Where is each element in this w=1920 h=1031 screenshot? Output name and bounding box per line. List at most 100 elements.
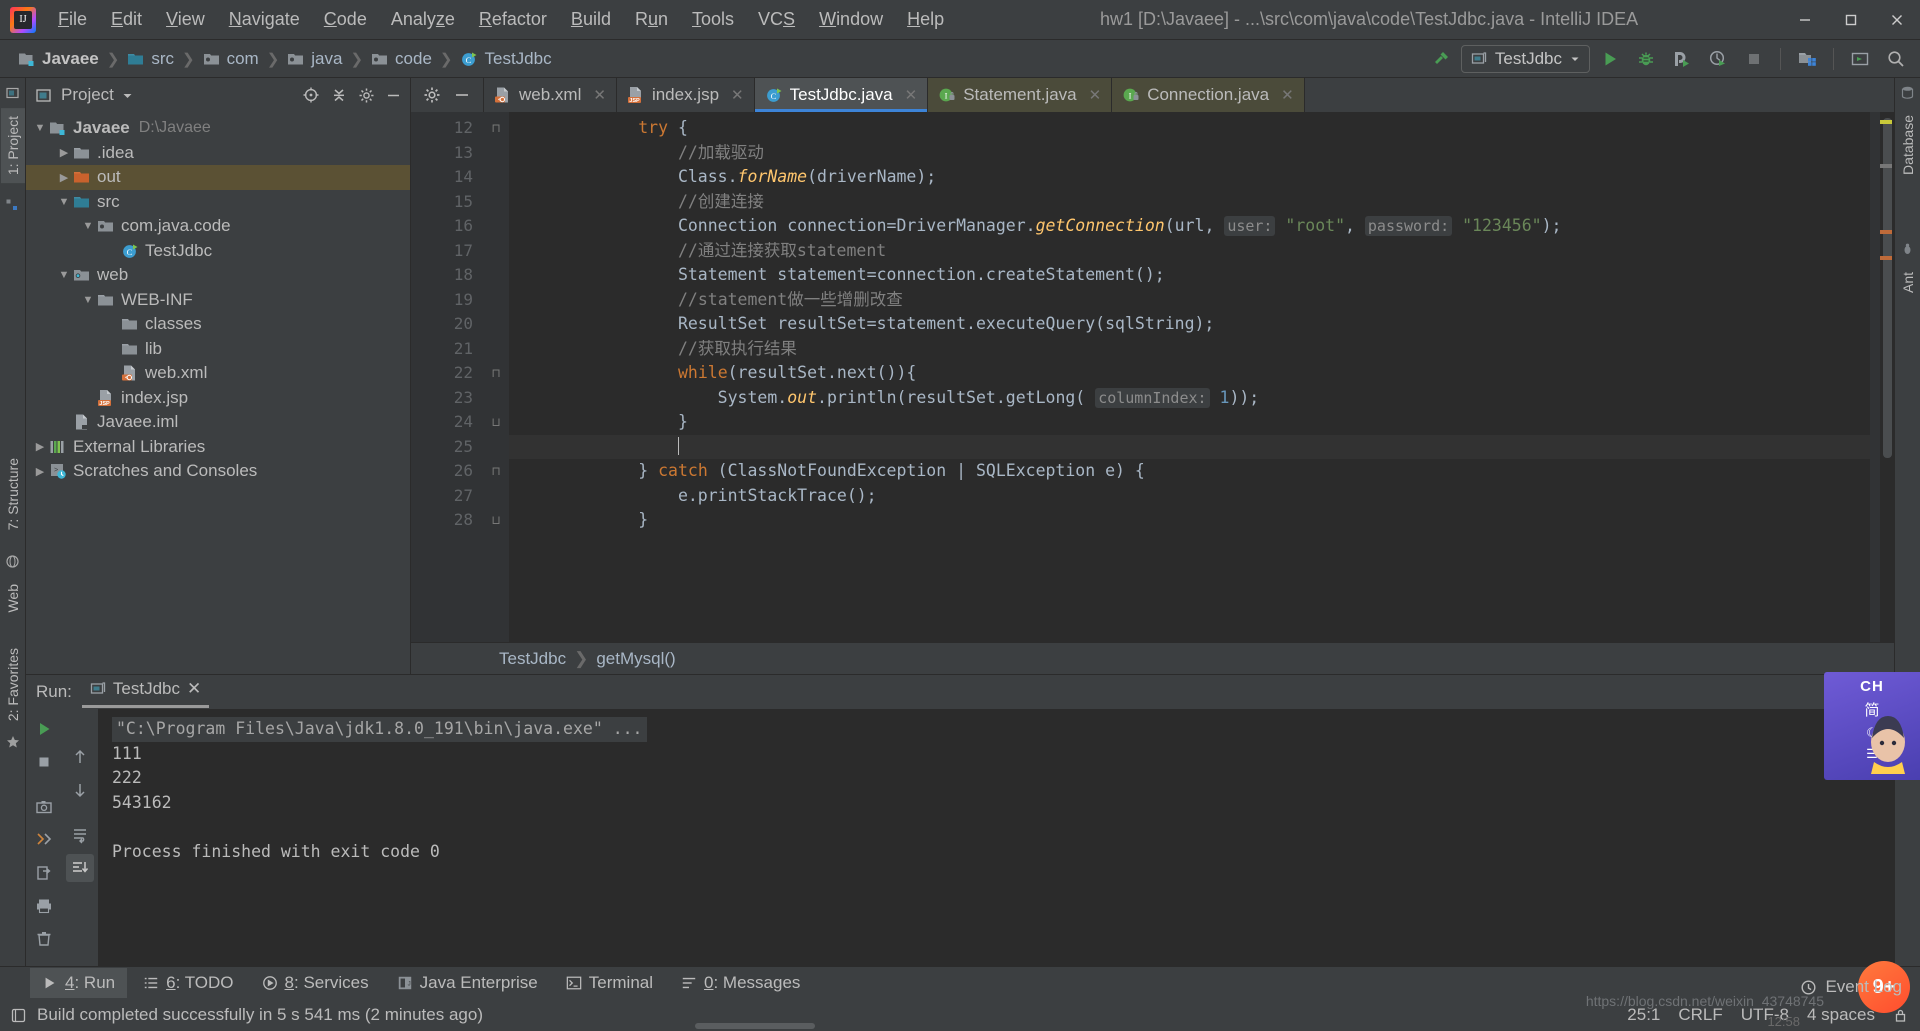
editor-tab-close-icon[interactable]: ✕ — [905, 86, 918, 104]
run-tab-close-icon[interactable]: ✕ — [187, 679, 201, 699]
fold-marker[interactable]: ⊓ — [483, 116, 509, 141]
warning-marker[interactable] — [1880, 120, 1892, 124]
update-button[interactable] — [1844, 44, 1876, 74]
editor-tab-close-icon[interactable]: ✕ — [731, 86, 744, 104]
code-line[interactable]: Class.forName(driverName); — [509, 165, 1870, 190]
code-line[interactable]: //加载驱动 — [509, 141, 1870, 166]
menu-item-edit[interactable]: Edit — [99, 5, 154, 34]
sidebar-item-web[interactable]: Web — [1, 576, 25, 621]
editor-breadcrumb-item-1[interactable]: getMysql() — [596, 649, 675, 669]
tool-window-todo[interactable]: 6: TODO — [131, 968, 245, 998]
code-line[interactable]: //statement做一些增删改查 — [509, 288, 1870, 313]
fold-marker[interactable]: ⊓ — [483, 361, 509, 386]
menu-item-file[interactable]: File — [46, 5, 99, 34]
editor-tab-testjdbc-java[interactable]: C TestJdbc.java ✕ — [754, 78, 929, 112]
tree-node-javaee-iml[interactable]: Javaee.iml — [26, 410, 410, 435]
tree-node-src[interactable]: ▼ src — [26, 190, 410, 215]
tree-node-external-libraries[interactable]: ▶ External Libraries — [26, 435, 410, 460]
scroll-from-source-icon[interactable] — [302, 86, 320, 104]
code-line[interactable]: while(resultSet.next()){ — [509, 361, 1870, 386]
menu-item-vcs[interactable]: VCS — [746, 5, 807, 34]
menu-item-analyze[interactable]: Analyze — [379, 5, 467, 34]
fold-marker[interactable] — [483, 386, 509, 411]
tool-window-terminal[interactable]: Terminal — [554, 968, 665, 998]
sidebar-item-project[interactable]: 1: Project — [0, 108, 25, 184]
sidebar-item-database[interactable]: Database — [1896, 107, 1920, 183]
fold-marker[interactable] — [483, 337, 509, 362]
tree-node-web-xml[interactable]: < web.xml — [26, 361, 410, 386]
menu-item-refactor[interactable]: Refactor — [467, 5, 559, 34]
favorites-star-icon[interactable] — [6, 735, 20, 749]
scroll-down-icon[interactable] — [66, 776, 94, 804]
fold-marker[interactable] — [483, 165, 509, 190]
collapse-all-icon[interactable] — [330, 86, 348, 104]
fold-marker[interactable]: ⊔ — [483, 410, 509, 435]
tree-expand-arrow[interactable]: ▶ — [32, 465, 48, 478]
tool-window-run[interactable]: 4: Run — [30, 968, 128, 998]
code-editor[interactable]: 12 13 14 15 16 17 18 19 20 21 22 23 24 25 26 27 28 ⊓ ⊓ ⊔ ⊓ ⊔… — [411, 112, 1894, 642]
tree-expand-arrow[interactable]: ▶ — [32, 440, 48, 453]
code-line[interactable]: //获取执行结果 — [509, 337, 1870, 362]
export-button[interactable] — [30, 859, 58, 887]
code-line[interactable]: System.out.println(resultSet.getLong( co… — [509, 386, 1870, 411]
tree-node-index-jsp[interactable]: JSP index.jsp — [26, 386, 410, 411]
screenshot-button[interactable] — [30, 793, 58, 821]
maximize-button[interactable] — [1828, 0, 1874, 40]
tree-node-com-java-code[interactable]: ▼ com.java.code — [26, 214, 410, 239]
tree-expand-arrow[interactable]: ▼ — [80, 220, 96, 232]
editor-breadcrumb-item-0[interactable]: TestJdbc — [499, 649, 566, 669]
error-marker[interactable] — [1880, 230, 1892, 234]
tree-node-javaee[interactable]: ▼ Javaee D:\Javaee — [26, 116, 410, 141]
rerun-button[interactable] — [30, 715, 58, 743]
tree-node-scratches-and-consoles[interactable]: ▶ > Scratches and Consoles — [26, 459, 410, 484]
code-text[interactable]: try { //加载驱动 Class.forName(driverName); … — [509, 112, 1870, 642]
code-line[interactable]: //创建连接 — [509, 190, 1870, 215]
menu-item-navigate[interactable]: Navigate — [217, 5, 312, 34]
code-line[interactable]: //通过连接获取statement — [509, 239, 1870, 264]
tool-window-services[interactable]: 8: Services — [250, 968, 381, 998]
menu-item-tools[interactable]: Tools — [680, 5, 746, 34]
soft-wrap-button[interactable] — [66, 821, 94, 849]
editor-tab-index-jsp[interactable]: JSP index.jsp ✕ — [617, 78, 755, 112]
code-line[interactable]: e.printStackTrace(); — [509, 484, 1870, 509]
tree-expand-arrow[interactable]: ▼ — [80, 294, 96, 306]
code-line[interactable]: } — [509, 410, 1870, 435]
scroll-to-end-button[interactable] — [66, 854, 94, 882]
menu-item-code[interactable]: Code — [312, 5, 379, 34]
fold-marker[interactable] — [483, 239, 509, 264]
fold-marker[interactable] — [483, 288, 509, 313]
tree-node-web-inf[interactable]: ▼ WEB-INF — [26, 288, 410, 313]
editor-tab-web-xml[interactable]: < web.xml ✕ — [484, 78, 617, 112]
print-button[interactable] — [30, 892, 58, 920]
fold-gutter[interactable]: ⊓ ⊓ ⊔ ⊓ ⊔ — [483, 112, 509, 642]
tool-window-java-enterprise[interactable]: J Java Enterprise — [385, 968, 550, 998]
editor-tab-close-icon[interactable]: ✕ — [1281, 86, 1294, 104]
tree-expand-arrow[interactable]: ▶ — [56, 171, 72, 184]
clear-all-button[interactable] — [30, 925, 58, 953]
tree-node-classes[interactable]: classes — [26, 312, 410, 337]
fold-marker[interactable]: ⊔ — [483, 508, 509, 533]
tree-expand-arrow[interactable]: ▼ — [56, 269, 72, 281]
fold-marker[interactable] — [483, 214, 509, 239]
run-coverage-button[interactable] — [1666, 44, 1698, 74]
code-line[interactable]: } — [509, 508, 1870, 533]
code-line[interactable]: Connection connection=DriverManager.getC… — [509, 214, 1870, 239]
project-settings-icon[interactable] — [358, 87, 375, 104]
fold-marker[interactable] — [483, 190, 509, 215]
editor-scrollbar-thumb[interactable] — [1883, 118, 1892, 458]
tree-node-out[interactable]: ▶ out — [26, 165, 410, 190]
menu-item-build[interactable]: Build — [559, 5, 623, 34]
tree-node--idea[interactable]: ▶ .idea — [26, 141, 410, 166]
sidebar-item-favorites[interactable]: 2: Favorites — [1, 640, 25, 729]
project-tool-icon[interactable] — [5, 86, 20, 100]
breadcrumb-item-java[interactable]: java — [281, 47, 348, 71]
editor-hide-icon[interactable] — [453, 86, 471, 104]
database-tool-icon[interactable] — [1901, 86, 1914, 99]
sidebar-item-ant[interactable]: Ant — [1896, 264, 1920, 301]
close-button[interactable] — [1874, 0, 1920, 40]
tree-expand-arrow[interactable]: ▼ — [56, 196, 72, 208]
marker-scrollbar[interactable] — [1870, 112, 1894, 642]
tree-node-web[interactable]: ▼ web — [26, 263, 410, 288]
run-tab[interactable]: TestJdbc ✕ — [81, 676, 210, 708]
event-log-button[interactable]: Event Log — [1800, 977, 1902, 997]
